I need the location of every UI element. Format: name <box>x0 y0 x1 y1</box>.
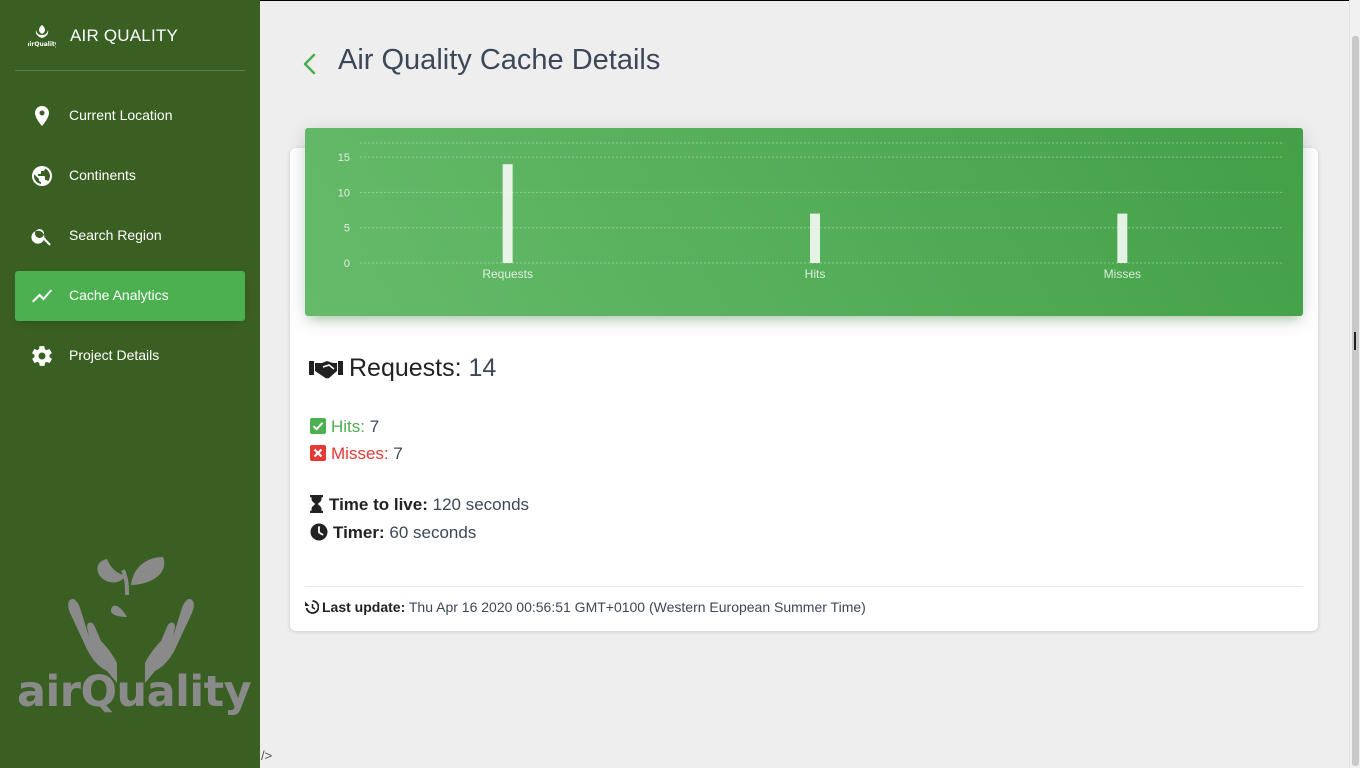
x-tick-label: Misses <box>1104 267 1141 281</box>
page-title: Air Quality Cache Details <box>338 44 661 76</box>
requests-label-group: Requests: 14 <box>349 354 496 383</box>
check-square-icon <box>310 418 326 434</box>
text-cursor <box>1354 332 1356 350</box>
requests-value: 14 <box>468 354 497 382</box>
location-pin-icon <box>35 106 49 126</box>
clock-icon <box>310 523 328 541</box>
cache-chart-panel: 0 5 10 15 Requests Hits Misses <box>305 128 1303 316</box>
last-update: Last update: Thu Apr 16 2020 00:56:51 GM… <box>305 599 866 615</box>
last-update-value: Thu Apr 16 2020 00:56:51 GMT+0100 (Weste… <box>408 599 866 615</box>
brand-logo-text: airQuality <box>28 41 56 48</box>
requests-label: Requests: <box>349 354 462 382</box>
sidebar-item-cache-analytics[interactable]: Cache Analytics <box>15 271 245 321</box>
trending-icon <box>32 289 52 303</box>
timer-label: Timer: <box>333 523 385 542</box>
handshake-icon <box>309 361 343 379</box>
hits-label: Hits: <box>331 417 365 436</box>
sidebar-item-project-details[interactable]: Project Details <box>15 331 245 381</box>
last-update-label: Last update: <box>322 599 406 615</box>
misses-line: Misses: 7 <box>310 444 403 464</box>
x-tick-label: Hits <box>805 267 826 281</box>
sidebar-item-search-region[interactable]: Search Region <box>15 211 245 261</box>
airquality-logo-text: airQuality <box>17 667 252 717</box>
bar-requests[interactable] <box>502 164 513 263</box>
y-tick-label: 5 <box>344 223 350 235</box>
hourglass-icon <box>310 495 323 513</box>
sidebar-item-current-location[interactable]: Current Location <box>15 91 245 141</box>
misses-label: Misses: <box>331 444 389 463</box>
page-scrollbar[interactable] <box>1349 0 1360 768</box>
sidebar-item-label: Cache Analytics <box>69 287 169 303</box>
ttl-line: Time to live: 120 seconds <box>310 495 529 515</box>
sidebar-item-label: Project Details <box>69 347 160 363</box>
sidebar: airQuality AIR QUALITY Current Location … <box>0 0 260 768</box>
card-footer-divider <box>305 586 1303 587</box>
sidebar-item-label: Search Region <box>69 227 162 243</box>
history-icon <box>305 600 320 614</box>
search-icon <box>31 229 51 246</box>
misses-value: 7 <box>393 444 403 463</box>
y-tick-label: 10 <box>338 187 350 199</box>
brand-name: AIR QUALITY <box>70 26 179 45</box>
hits-value: 7 <box>369 417 380 436</box>
bar-misses[interactable] <box>1117 213 1128 263</box>
y-tick-label: 0 <box>344 258 350 270</box>
globe-icon <box>32 166 52 186</box>
brand-logo-icon: airQuality <box>28 25 56 48</box>
cache-bar-chart: 0 5 10 15 Requests Hits Misses <box>338 142 1282 281</box>
timer-line: Timer: 60 seconds <box>310 523 476 543</box>
sidebar-item-label: Current Location <box>69 107 173 123</box>
brand[interactable]: airQuality AIR QUALITY <box>15 0 245 71</box>
hits-line: Hits: 7 <box>310 417 379 437</box>
stray-markup-text: /> <box>261 748 273 763</box>
back-chevron-icon[interactable] <box>300 53 318 75</box>
sidebar-item-continents[interactable]: Continents <box>15 151 245 201</box>
y-tick-label: 15 <box>338 152 350 164</box>
scrollbar-thumb[interactable] <box>1352 36 1359 766</box>
timer-value: 60 seconds <box>389 523 477 542</box>
sidebar-item-label: Continents <box>69 167 136 183</box>
x-square-icon <box>310 445 326 461</box>
gear-icon <box>32 346 52 366</box>
ttl-value: 120 seconds <box>432 495 530 514</box>
ttl-label: Time to live: <box>329 495 428 514</box>
x-tick-label: Requests <box>482 267 533 281</box>
bar-hits[interactable] <box>810 213 820 263</box>
